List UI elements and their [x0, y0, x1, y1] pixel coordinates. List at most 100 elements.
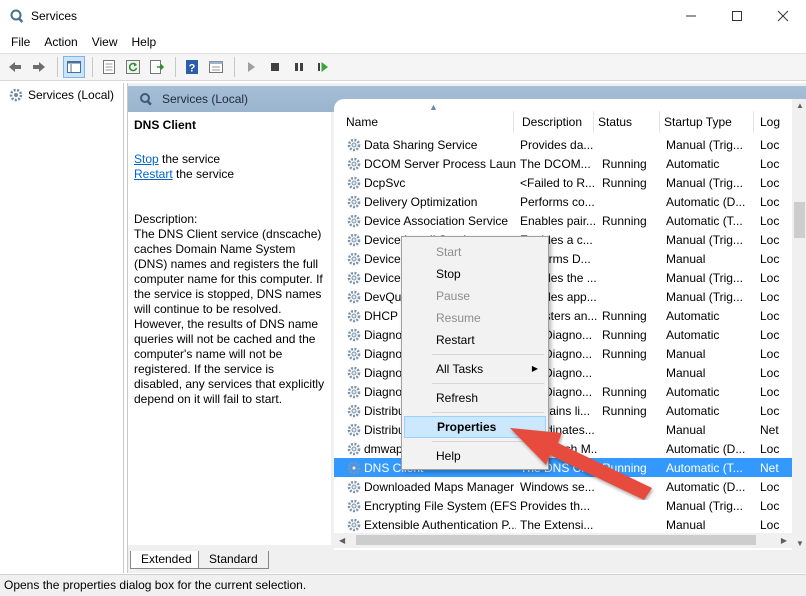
table-row[interactable]: Data Sharing Service Provides da... Manual… [334, 135, 792, 154]
column-header-startup-type[interactable]: Startup Type [660, 111, 754, 133]
service-startup-cell: Manual (Trig... [666, 175, 743, 190]
context-menu-pause: Pause [436, 289, 471, 303]
menu-action[interactable]: Action [37, 35, 84, 49]
table-row[interactable]: Delivery Optimization Performs co... Autom… [334, 192, 792, 211]
export-list-button[interactable] [146, 56, 168, 78]
table-row[interactable]: DCOM Server Process Laun... The DCOM... Ru… [334, 154, 792, 173]
context-menu-refresh[interactable]: Refresh [404, 387, 546, 409]
service-name-cell: DCOM Server Process Laun... [334, 156, 516, 172]
service-gear-icon [347, 309, 361, 322]
toolbar-separator [92, 57, 93, 77]
service-name: Encrypting File System (EFS) [364, 498, 516, 513]
console-tree-icon [67, 61, 81, 73]
close-icon [777, 10, 789, 21]
view-toolbar-button[interactable] [205, 56, 227, 78]
table-row[interactable]: DcpSvc <Failed to R... Running Manual (Trig… [334, 173, 792, 192]
service-startup-cell: Automatic [666, 308, 720, 323]
vertical-scroll-thumb[interactable] [794, 202, 805, 238]
refresh-toolbar-button[interactable] [122, 56, 144, 78]
restart-link-suffix: the service [172, 167, 235, 181]
menu-file[interactable]: File [0, 35, 37, 49]
service-gear-icon [347, 404, 361, 417]
service-name: Data Sharing Service [364, 137, 478, 152]
console-tree: Services (Local) [0, 83, 124, 573]
toolbar-separator [234, 57, 235, 77]
menu-view[interactable]: View [85, 35, 125, 49]
service-description-cell: Provides da... [520, 137, 594, 152]
service-actions: Stop the service Restart the service [134, 152, 325, 182]
scroll-right-arrow-icon[interactable]: ▶ [781, 536, 787, 545]
vertical-scrollbar[interactable]: ▲ ▼ [792, 99, 806, 550]
toolbar-separator [175, 57, 176, 77]
service-logon-cell: Net [760, 460, 779, 475]
service-startup-cell: Manual [666, 422, 706, 437]
service-logon-cell: Loc [760, 175, 780, 190]
service-gear-icon [347, 157, 361, 170]
restart-service-button[interactable] [312, 56, 334, 78]
service-name-cell: Delivery Optimization [334, 194, 516, 210]
service-gear-icon [347, 328, 361, 341]
column-header-description[interactable]: Description [514, 111, 594, 133]
forward-button[interactable] [28, 56, 50, 78]
service-status-cell: Running [602, 384, 647, 399]
table-row[interactable]: Device Association Service Enables pair..… [334, 211, 792, 230]
column-header-name[interactable]: Name [334, 111, 514, 133]
context-menu-all-tasks[interactable]: All Tasks ▶ [404, 358, 546, 380]
service-name-cell: DcpSvc [334, 175, 516, 191]
service-description-cell: The DCOM... [520, 156, 591, 171]
stop-service-link[interactable]: Stop [134, 152, 159, 166]
service-gear-icon [347, 423, 361, 436]
service-startup-cell: Automatic (D... [666, 479, 746, 494]
close-button[interactable] [760, 0, 806, 31]
scroll-down-arrow-icon[interactable]: ▼ [796, 539, 804, 548]
start-service-button[interactable] [240, 56, 262, 78]
horizontal-scroll-thumb[interactable] [356, 535, 756, 545]
scroll-left-arrow-icon[interactable]: ◀ [339, 536, 345, 545]
service-description-cell: The Extensi... [520, 517, 594, 532]
help-icon: ? [186, 60, 198, 75]
tree-item-label: Services (Local) [28, 88, 115, 102]
stop-service-button[interactable] [264, 56, 286, 78]
tree-item-services-local[interactable]: Services (Local) [4, 85, 123, 105]
minimize-icon [686, 15, 696, 16]
svg-text:?: ? [189, 63, 196, 75]
service-startup-cell: Automatic [666, 384, 720, 399]
show-hide-console-tree-button[interactable] [63, 56, 85, 78]
restart-service-link[interactable]: Restart [134, 167, 173, 181]
maximize-button[interactable] [714, 0, 760, 31]
service-status-cell: Running [602, 346, 647, 361]
service-startup-cell: Automatic (T... [666, 460, 743, 475]
help-toolbar-button[interactable]: ? [181, 56, 203, 78]
table-row[interactable]: Extensible Authentication P... The Extens… [334, 515, 792, 534]
service-startup-cell: Automatic [666, 156, 720, 171]
service-startup-cell: Manual [666, 346, 706, 361]
annotation-arrow-icon [510, 428, 652, 500]
column-header-status[interactable]: Status [594, 111, 660, 133]
column-header-log-on-as[interactable]: Log [754, 111, 794, 133]
horizontal-scrollbar[interactable]: ◀ ▶ [334, 533, 792, 548]
minimize-button[interactable] [668, 0, 714, 31]
pause-service-button[interactable] [288, 56, 310, 78]
tab-extended[interactable]: Extended [130, 551, 203, 569]
menu-help[interactable]: Help [125, 35, 164, 49]
properties-toolbar-button[interactable] [98, 56, 120, 78]
service-gear-icon [347, 518, 361, 531]
service-startup-cell: Automatic (D... [666, 194, 746, 209]
context-menu-restart[interactable]: Restart [404, 329, 546, 351]
service-logon-cell: Loc [760, 137, 780, 152]
tab-standard[interactable]: Standard [198, 551, 269, 569]
service-logon-cell: Loc [760, 327, 780, 342]
service-logon-cell: Loc [760, 308, 780, 323]
service-gear-icon [347, 252, 361, 265]
context-menu-stop[interactable]: Stop [404, 263, 546, 285]
service-description: Description: The DNS Client service (dns… [134, 212, 325, 407]
service-gear-icon [347, 290, 361, 303]
title-bar: Services [0, 0, 806, 31]
services-app-icon [10, 9, 24, 23]
window-title: Services [31, 8, 78, 23]
scroll-up-arrow-icon[interactable]: ▲ [796, 101, 804, 110]
context-menu-separator [432, 383, 544, 384]
service-logon-cell: Loc [760, 403, 780, 418]
back-button[interactable] [4, 56, 26, 78]
selected-service-name: DNS Client [134, 118, 197, 132]
